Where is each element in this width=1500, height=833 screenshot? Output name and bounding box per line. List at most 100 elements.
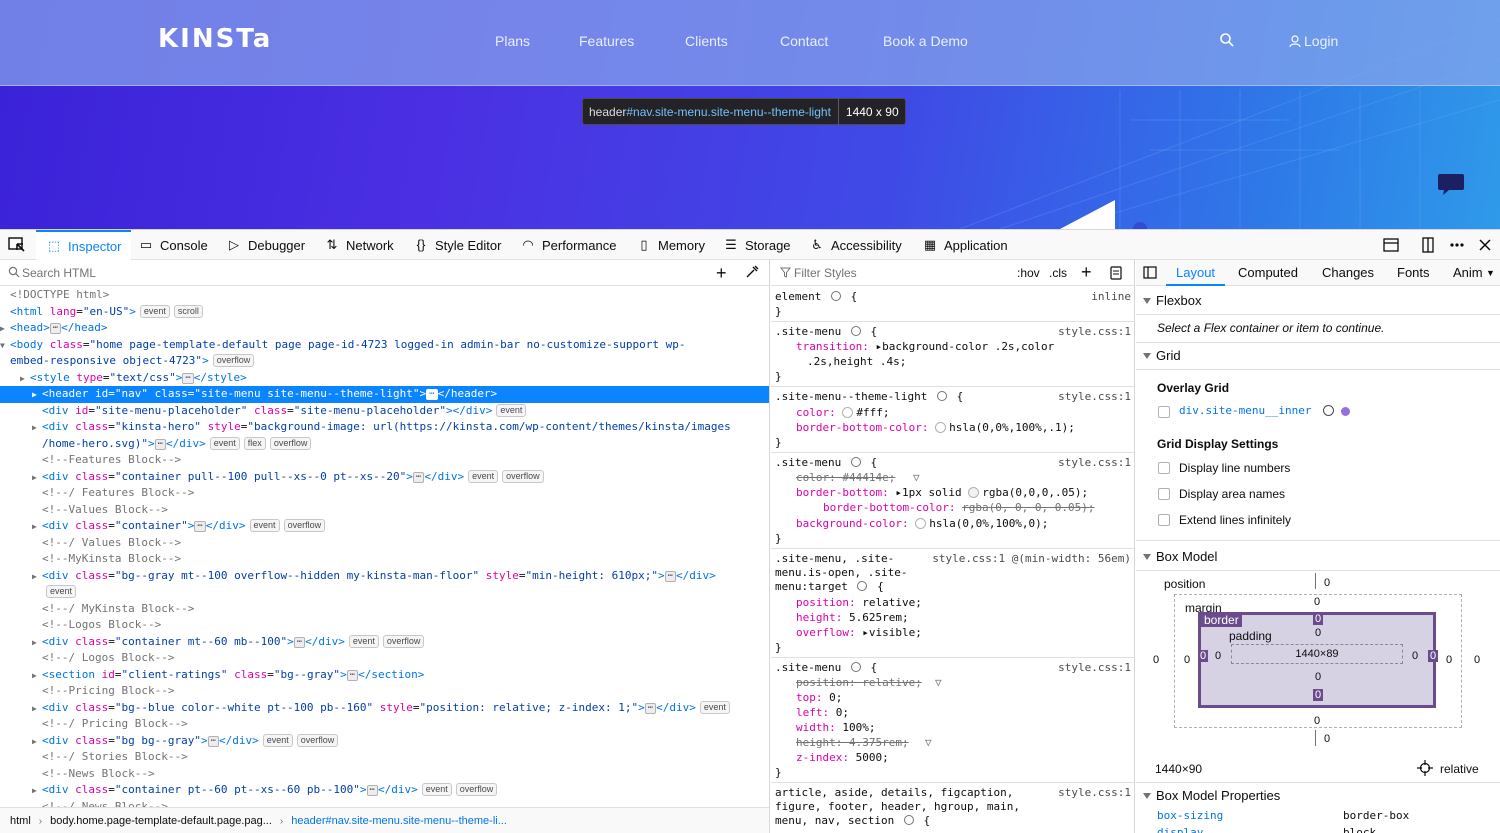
css-declaration[interactable]: border-bottom: ▸1px solid rgba(0,0,0,.05… bbox=[796, 485, 1088, 500]
tab-layout[interactable]: Layout bbox=[1166, 260, 1226, 286]
markup-line[interactable]: ▶ <div class="kinsta-hero" style="backgro… bbox=[0, 419, 769, 436]
tab-accessibility[interactable]: ♿ Accessibility bbox=[809, 230, 902, 260]
color-swatch[interactable] bbox=[842, 407, 854, 418]
nav-plans[interactable]: Plans bbox=[495, 33, 530, 49]
breadcrumb-body[interactable]: body.home.page-template-default.page.pag… bbox=[50, 815, 272, 827]
tab-storage[interactable]: ☰ Storage bbox=[723, 230, 790, 260]
margin-bottom-value[interactable]: 0 bbox=[1314, 715, 1320, 727]
padding-left-value[interactable]: 0 bbox=[1215, 650, 1221, 662]
markup-line[interactable]: /home-hero.svg)"> ⋯ </div> event flex overflo… bbox=[0, 436, 769, 453]
filter-icon[interactable]: ▽ bbox=[929, 675, 942, 690]
search-icon[interactable] bbox=[1219, 32, 1235, 48]
markup-line[interactable]: ▶ <div class="bg--gray mt--100 overflow--… bbox=[0, 568, 769, 585]
tab-performance[interactable]: ◠ Performance bbox=[520, 230, 616, 260]
print-media-icon[interactable] bbox=[1110, 266, 1122, 280]
css-declaration[interactable]: background-color: hsla(0,0%,100%,0); bbox=[796, 516, 1048, 531]
rule-source[interactable]: style.css:1 bbox=[1058, 660, 1131, 675]
close-icon[interactable] bbox=[1477, 237, 1493, 253]
color-swatch[interactable] bbox=[935, 422, 947, 433]
markup-line[interactable]: <!--Features Block--> bbox=[0, 452, 769, 469]
markup-line[interactable]: <!DOCTYPE html> bbox=[0, 287, 769, 304]
markup-line[interactable]: ▶ <section id="client-ratings" class="bg-… bbox=[0, 667, 769, 684]
display-line-numbers-checkbox[interactable] bbox=[1158, 462, 1170, 474]
padding-right-value[interactable]: 0 bbox=[1412, 650, 1418, 662]
padding-bottom-value[interactable]: 0 bbox=[1315, 671, 1321, 683]
markup-line[interactable]: ▶ <div class="container pull--100 pull--x… bbox=[0, 469, 769, 486]
nav-book-demo[interactable]: Book a Demo bbox=[883, 33, 968, 49]
position-left-value[interactable]: 0 bbox=[1153, 654, 1159, 666]
css-declaration[interactable]: color: #fff; bbox=[796, 405, 889, 420]
border-right-value[interactable]: 0 bbox=[1428, 650, 1439, 662]
border-top-value[interactable]: 0 bbox=[1313, 613, 1324, 625]
tab-debugger[interactable]: ▷ Debugger bbox=[226, 230, 305, 260]
hov-toggle[interactable]: :hov bbox=[1017, 266, 1040, 280]
markup-line[interactable]: ▶ <div class="container pt--60 pt--xs--60… bbox=[0, 782, 769, 799]
markup-line[interactable]: <!--Pricing Block--> bbox=[0, 683, 769, 700]
rule-source[interactable]: style.css:1 bbox=[1058, 389, 1131, 404]
nav-contact[interactable]: Contact bbox=[780, 33, 828, 49]
markup-line[interactable]: <!--/ Values Block--> bbox=[0, 535, 769, 552]
nav-features[interactable]: Features bbox=[579, 33, 634, 49]
position-top-value[interactable]: 0 bbox=[1324, 577, 1330, 589]
markup-line[interactable]: <!--/ Pricing Block--> bbox=[0, 716, 769, 733]
grid-color-swatch[interactable] bbox=[1341, 407, 1350, 416]
css-declaration[interactable]: overflow: ▸visible; bbox=[796, 625, 922, 640]
css-declaration-sub[interactable]: border-bottom-color: rgba(0, 0, 0, 0.05)… bbox=[823, 500, 1095, 515]
markup-line[interactable]: ▶ <div class="bg--blue color--white pt--1… bbox=[0, 700, 769, 717]
add-node-icon[interactable]: + bbox=[716, 264, 727, 282]
more-options-icon[interactable] bbox=[1449, 237, 1465, 253]
markup-line[interactable]: ▶ <div class="bg bg--gray"> ⋯ </div> event ov… bbox=[0, 733, 769, 750]
flexbox-header[interactable]: Flexbox bbox=[1136, 290, 1500, 312]
chat-icon[interactable] bbox=[1437, 172, 1465, 196]
markup-line[interactable]: <!--/ Features Block--> bbox=[0, 485, 769, 502]
css-declaration[interactable]: border-bottom-color: hsla(0,0%,100%,.1); bbox=[796, 420, 1075, 435]
css-declaration[interactable]: width: 100%; bbox=[796, 720, 875, 735]
cls-toggle[interactable]: .cls bbox=[1049, 266, 1067, 280]
border-bottom-value[interactable]: 0 bbox=[1313, 689, 1324, 701]
box-model-header[interactable]: Box Model bbox=[1136, 546, 1500, 568]
css-declaration-overridden[interactable]: position: relative; bbox=[796, 675, 922, 690]
login-link[interactable]: Login bbox=[1289, 33, 1338, 49]
padding-top-value[interactable]: 0 bbox=[1315, 627, 1321, 639]
search-html-input[interactable] bbox=[22, 263, 702, 283]
eyedropper-icon[interactable] bbox=[745, 265, 759, 279]
tab-computed[interactable]: Computed bbox=[1238, 260, 1298, 286]
add-rule-icon[interactable]: + bbox=[1081, 263, 1092, 281]
rule-source[interactable]: style.css:1 bbox=[1058, 324, 1131, 339]
border-left-value[interactable]: 0 bbox=[1198, 650, 1209, 662]
css-declaration[interactable]: left: 0; bbox=[796, 705, 849, 720]
markup-line[interactable]: ▶ <head> ⋯ </head> bbox=[0, 320, 769, 337]
element-picker-icon[interactable] bbox=[8, 237, 26, 253]
markup-line[interactable]: ▶ <style type="text/css"> ⋯ </style> bbox=[0, 370, 769, 387]
markup-line[interactable]: <!--/ MyKinsta Block--> bbox=[0, 601, 769, 618]
tab-inspector[interactable]: ⬚ Inspector bbox=[36, 230, 132, 260]
margin-left-value[interactable]: 0 bbox=[1184, 654, 1190, 666]
css-declaration[interactable]: position: relative; bbox=[796, 595, 922, 610]
markup-line-selected[interactable]: ▶ <header id="nav" class="site-menu site-… bbox=[0, 386, 769, 403]
nav-clients[interactable]: Clients bbox=[685, 33, 728, 49]
markup-line[interactable]: ▼ <body class="home page-template-default… bbox=[0, 337, 769, 354]
tab-fonts[interactable]: Fonts bbox=[1397, 260, 1430, 286]
css-declaration[interactable]: height: 5.625rem; bbox=[796, 610, 909, 625]
chevron-down-icon[interactable]: ▼ bbox=[1486, 260, 1495, 286]
markup-line[interactable]: <!--/ News Block--> bbox=[0, 799, 769, 808]
tab-style-editor[interactable]: {} Style Editor bbox=[413, 230, 502, 260]
markup-line[interactable]: <!--/ Stories Block--> bbox=[0, 749, 769, 766]
split-console-icon[interactable] bbox=[1420, 237, 1436, 253]
tab-console[interactable]: ▭ Console bbox=[138, 230, 208, 260]
box-model-properties-header[interactable]: Box Model Properties bbox=[1136, 785, 1500, 807]
tab-changes[interactable]: Changes bbox=[1322, 260, 1374, 286]
breadcrumb-header[interactable]: header#nav.site-menu.site-menu--theme-li… bbox=[291, 815, 507, 827]
css-declaration[interactable]: transition: ▸background-color .2s,color bbox=[796, 339, 1054, 354]
extend-lines-checkbox[interactable] bbox=[1158, 514, 1170, 526]
css-declaration[interactable]: top: 0; bbox=[796, 690, 842, 705]
rule-source[interactable]: style.css:1 bbox=[1058, 455, 1131, 470]
markup-line[interactable]: event bbox=[0, 584, 769, 601]
markup-line[interactable]: <!--Values Block--> bbox=[0, 502, 769, 519]
markup-line[interactable]: <html lang="en-US"> event scroll bbox=[0, 304, 769, 321]
markup-line[interactable]: ▶ <div class="container mt--60 mb--100"> ⋯… bbox=[0, 634, 769, 651]
grid-header[interactable]: Grid bbox=[1136, 345, 1500, 367]
color-swatch[interactable] bbox=[915, 518, 927, 529]
rule-source[interactable]: style.css:1 @(min-width: 56em) bbox=[932, 551, 1131, 566]
css-declaration-overridden[interactable]: height: 4.375rem; bbox=[796, 735, 909, 750]
